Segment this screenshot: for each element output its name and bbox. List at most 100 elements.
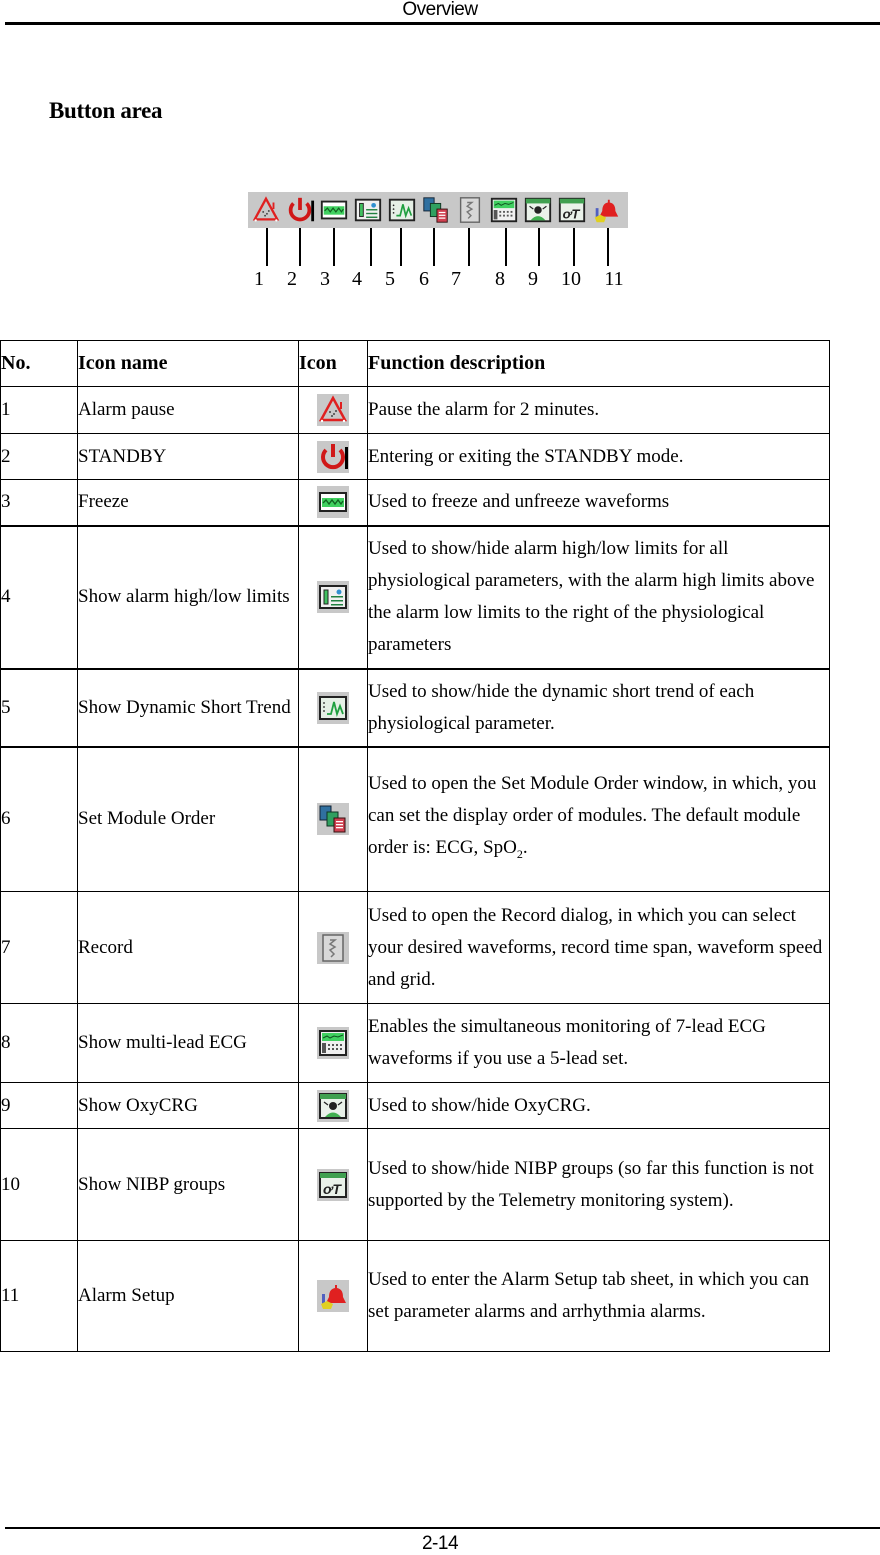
callout-number: 11 xyxy=(604,268,624,290)
callout-line xyxy=(573,228,575,266)
toolbar-button-alarm-setup[interactable] xyxy=(590,194,622,226)
function-description: Used to show/hide the dynamic short tren… xyxy=(367,668,830,748)
table-row: 8 Show multi-lead ECG Enables the simult… xyxy=(0,1003,830,1083)
alarm-pause-icon xyxy=(251,195,281,225)
icon-name: Show Dynamic Short Trend xyxy=(77,668,299,748)
callout-line xyxy=(433,228,435,266)
callout-line xyxy=(607,228,609,266)
icon-name: Alarm Setup xyxy=(77,1240,299,1352)
button-area-toolbar xyxy=(248,192,628,228)
callout-number: 9 xyxy=(528,268,538,290)
icon-name: Show OxyCRG xyxy=(77,1082,299,1129)
alarm-limits-icon xyxy=(353,195,383,225)
function-description: Used to enter the Alarm Setup tab sheet,… xyxy=(367,1240,830,1352)
icon-name: Freeze xyxy=(77,479,299,527)
icon-name: STANDBY xyxy=(77,433,299,480)
toolbar-button-nibp-groups[interactable] xyxy=(556,194,588,226)
footer-rule xyxy=(5,1527,880,1529)
row-number: 9 xyxy=(0,1082,78,1129)
function-description: Used to show/hide NIBP groups (so far th… xyxy=(367,1128,830,1241)
standby-icon xyxy=(285,195,315,225)
table-row: 2 STANDBY Entering or exiting the STANDB… xyxy=(0,433,830,480)
short-trend-icon xyxy=(387,195,417,225)
function-description: Entering or exiting the STANDBY mode. xyxy=(367,433,830,480)
function-description: Used to open the Set Module Order window… xyxy=(367,746,830,892)
function-description: Used to show/hide OxyCRG. xyxy=(367,1082,830,1129)
column-header-icon-name: Icon name xyxy=(77,340,299,387)
row-number: 1 xyxy=(0,386,78,434)
callout-number: 2 xyxy=(287,268,297,290)
module-order-icon xyxy=(421,195,451,225)
icon-cell xyxy=(298,433,368,480)
icon-cell xyxy=(298,525,368,670)
alarm-setup-icon xyxy=(591,195,621,225)
function-description: Pause the alarm for 2 minutes. xyxy=(367,386,830,434)
module-order-icon xyxy=(317,803,349,835)
callout-line xyxy=(266,228,268,266)
function-description: Used to open the Record dialog, in which… xyxy=(367,891,830,1004)
toolbar-button-module-order[interactable] xyxy=(420,194,452,226)
callout-line xyxy=(400,228,402,266)
toolbar-button-alarm-limits[interactable] xyxy=(352,194,384,226)
toolbar-button-freeze[interactable] xyxy=(318,194,350,226)
row-number: 11 xyxy=(0,1240,78,1352)
icon-cell xyxy=(298,386,368,434)
nibp-groups-icon xyxy=(557,195,587,225)
row-number: 7 xyxy=(0,891,78,1004)
callout-number: 3 xyxy=(320,268,330,290)
icon-name: Set Module Order xyxy=(77,746,299,892)
short-trend-icon xyxy=(317,692,349,724)
icon-cell xyxy=(298,479,368,527)
table-row: 3 Freeze Used to freeze and unfreeze wav… xyxy=(0,479,830,527)
callout-line xyxy=(538,228,540,266)
oxycrg-icon xyxy=(523,195,553,225)
alarm-setup-icon xyxy=(317,1280,349,1312)
table-row: 10 Show NIBP groups Used to show/hide NI… xyxy=(0,1128,830,1241)
callout-number: 6 xyxy=(419,268,429,290)
table-row: 11 Alarm Setup Used to enter the Alarm S… xyxy=(0,1240,830,1352)
table-row: 4 Show alarm high/low limits Used to sho… xyxy=(0,525,830,670)
oxycrg-icon xyxy=(317,1090,349,1122)
icon-cell xyxy=(298,891,368,1004)
table-header-row: No. Icon name Icon Function description xyxy=(0,340,830,387)
row-number: 10 xyxy=(0,1128,78,1241)
toolbar-button-alarm-pause[interactable] xyxy=(250,194,282,226)
multi-lead-ecg-icon xyxy=(489,195,519,225)
row-number: 8 xyxy=(0,1003,78,1083)
callout-number: 4 xyxy=(352,268,362,290)
header-rule xyxy=(5,22,880,25)
icon-name: Record xyxy=(77,891,299,1004)
icon-cell xyxy=(298,1240,368,1352)
icon-cell xyxy=(298,1082,368,1129)
toolbar-button-oxycrg[interactable] xyxy=(522,194,554,226)
callout-line xyxy=(299,228,301,266)
icon-name: Show NIBP groups xyxy=(77,1128,299,1241)
row-number: 2 xyxy=(0,433,78,480)
icon-name: Alarm pause xyxy=(77,386,299,434)
table-row: 7 Record Used to open the Record dialog,… xyxy=(0,891,830,1004)
toolbar-button-standby[interactable] xyxy=(284,194,316,226)
callout-number: 7 xyxy=(451,268,461,290)
column-header-no: No. xyxy=(0,340,78,387)
icon-cell xyxy=(298,746,368,892)
function-description: Used to freeze and unfreeze waveforms xyxy=(367,479,830,527)
toolbar-button-multi-lead-ecg[interactable] xyxy=(488,194,520,226)
table-row: 5 Show Dynamic Short Trend Used to show/… xyxy=(0,668,830,748)
toolbar-button-short-trend[interactable] xyxy=(386,194,418,226)
function-description: Enables the simultaneous monitoring of 7… xyxy=(367,1003,830,1083)
standby-icon xyxy=(317,441,349,473)
icon-cell xyxy=(298,1128,368,1241)
row-number: 4 xyxy=(0,525,78,670)
callout-line xyxy=(370,228,372,266)
toolbar-button-record[interactable] xyxy=(454,194,486,226)
column-header-function-description: Function description xyxy=(367,340,830,387)
row-number: 3 xyxy=(0,479,78,527)
row-number: 6 xyxy=(0,746,78,892)
table-row: 1 Alarm pause Pause the alarm for 2 minu… xyxy=(0,386,830,434)
button-function-table: No. Icon name Icon Function description … xyxy=(0,340,830,1352)
icon-name: Show alarm high/low limits xyxy=(77,525,299,670)
table-row: 9 Show OxyCRG Used to show/hide OxyCRG. xyxy=(0,1082,830,1129)
callout-line xyxy=(468,228,470,266)
callout-number: 5 xyxy=(385,268,395,290)
nibp-groups-icon xyxy=(317,1169,349,1201)
